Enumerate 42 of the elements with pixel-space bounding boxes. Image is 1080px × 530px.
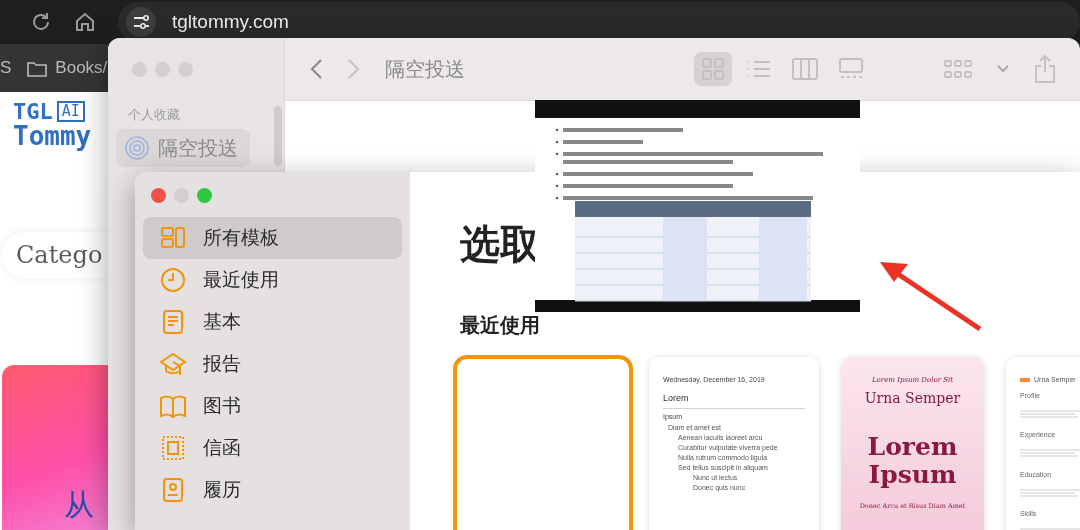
cover-title: Lorem Ipsum (866, 432, 959, 490)
note-title: Lorem (663, 391, 689, 405)
forward-icon[interactable] (347, 58, 361, 80)
folder-icon (27, 59, 48, 77)
airdrop-icon (124, 134, 150, 161)
text-lines-drawing (1020, 408, 1080, 419)
color-bar-icon (1020, 378, 1030, 383)
category-item[interactable]: 履历 (143, 469, 402, 511)
sidebar-section-title: 个人收藏 (128, 106, 180, 124)
scrollbar[interactable] (274, 106, 282, 166)
section-title: 最近使用 (460, 313, 540, 338)
category-item[interactable]: 报告 (143, 343, 402, 385)
site-logo[interactable]: TGL AI Tommy (13, 100, 92, 151)
search-field[interactable]: Catego (2, 232, 108, 278)
reload-icon[interactable] (30, 11, 52, 33)
zoom-button[interactable] (197, 188, 212, 203)
columns-view-icon (791, 55, 819, 83)
address-bar[interactable]: tgltommy.com (172, 7, 289, 37)
category-item[interactable]: 最近使用 (143, 259, 402, 301)
category-item[interactable]: 信函 (143, 427, 402, 469)
cover-name: Urna Semper (863, 388, 962, 408)
site-settings-icon[interactable] (126, 7, 156, 37)
view-button[interactable] (694, 52, 732, 86)
home-icon[interactable] (74, 10, 96, 32)
close-button[interactable] (151, 188, 166, 203)
window-title: 隔空投送 (385, 57, 465, 82)
share-icon[interactable] (1034, 54, 1056, 84)
clock-category-icon (159, 266, 187, 294)
bookmark-item[interactable]: Books/ (27, 55, 108, 81)
bookmark-item[interactable]: S (0, 55, 12, 81)
banner-text: 从 (64, 486, 94, 524)
stamp-category-icon (159, 434, 187, 462)
text-lines-drawing (1020, 487, 1080, 498)
category-item[interactable]: 基本 (143, 301, 402, 343)
cap-category-icon (159, 350, 187, 378)
chevron-down-icon[interactable] (996, 64, 1010, 74)
note-template[interactable] (649, 357, 819, 530)
category-item[interactable]: 所有模板 (143, 217, 402, 259)
chooser-heading: 选取 (460, 221, 540, 268)
category-item[interactable]: 图书 (143, 385, 402, 427)
back-icon[interactable] (309, 58, 323, 80)
text-lines-drawing (1020, 448, 1080, 459)
